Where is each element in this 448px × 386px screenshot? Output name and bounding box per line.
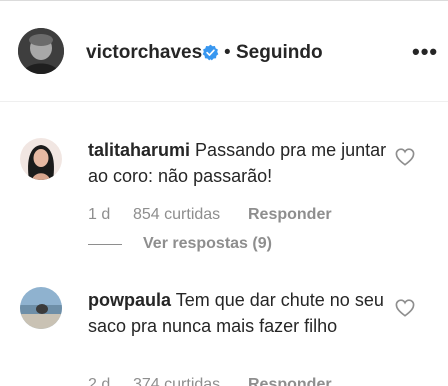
replies-divider — [88, 244, 122, 245]
instagram-comments-panel: victorchaves • Seguindo ••• talitaharumi… — [0, 0, 448, 386]
author-avatar[interactable] — [18, 28, 64, 74]
comment-avatar[interactable] — [20, 138, 62, 180]
header-separator: • — [224, 42, 231, 63]
reply-button[interactable]: Responder — [248, 376, 332, 386]
comment-text: talitaharumi Passando pra me juntar ao c… — [88, 137, 388, 189]
author-username[interactable]: victorchaves — [86, 42, 202, 64]
comment-likes[interactable]: 374 curtidas — [133, 376, 220, 386]
heart-outline-icon[interactable] — [395, 299, 415, 317]
verified-badge-icon — [202, 44, 219, 61]
header-divider — [0, 101, 448, 102]
view-replies-button[interactable]: Ver respostas (9) — [143, 235, 272, 253]
comment-text: powpaula Tem que dar chute no seu saco p… — [88, 287, 388, 339]
comment-age[interactable]: 1 d — [88, 206, 110, 224]
more-options-icon[interactable]: ••• — [412, 41, 438, 63]
comment-likes[interactable]: 854 curtidas — [133, 206, 220, 224]
following-button[interactable]: Seguindo — [236, 42, 323, 64]
post-header: victorchaves • Seguindo ••• — [0, 1, 448, 101]
heart-outline-icon[interactable] — [395, 148, 415, 166]
comment-username[interactable]: powpaula — [88, 290, 171, 310]
comment-age[interactable]: 2 d — [88, 376, 110, 386]
reply-button[interactable]: Responder — [248, 206, 332, 224]
comment-avatar[interactable] — [20, 287, 62, 329]
comment-username[interactable]: talitaharumi — [88, 140, 190, 160]
